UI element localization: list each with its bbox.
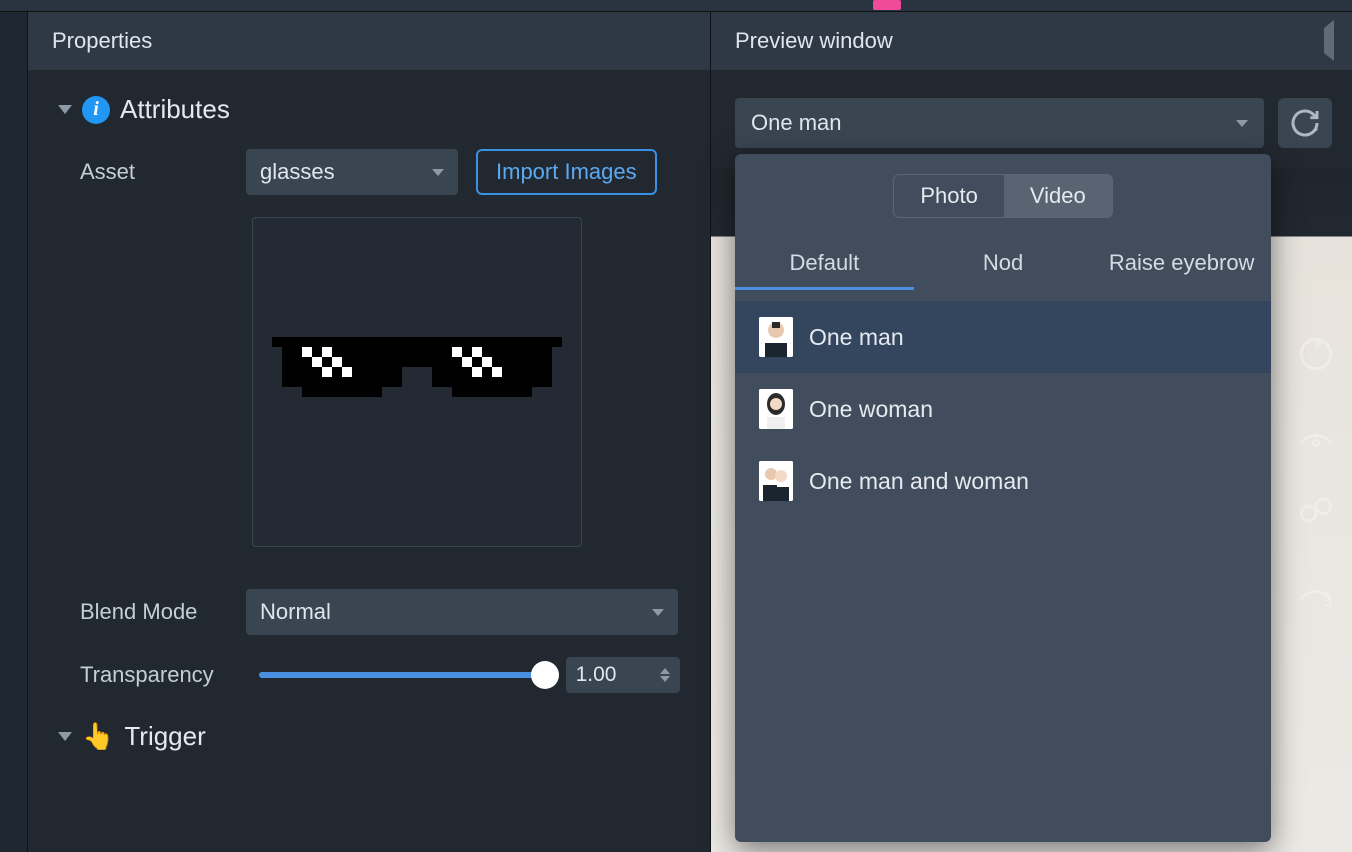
svg-text:3: 3 bbox=[1323, 592, 1332, 610]
blend-mode-label: Blend Mode bbox=[80, 599, 228, 625]
preview-subject-value: One man bbox=[751, 110, 842, 136]
avatar-thumbnail bbox=[759, 461, 793, 501]
blend-mode-value: Normal bbox=[260, 599, 331, 625]
subject-option[interactable]: One man and woman bbox=[735, 445, 1271, 517]
top-toolbar-strip bbox=[0, 0, 1352, 12]
chevron-down-icon bbox=[1236, 120, 1248, 127]
notification-badge bbox=[873, 0, 901, 10]
segment-video[interactable]: Video bbox=[1004, 175, 1112, 217]
subject-option-label: One man and woman bbox=[809, 468, 1029, 495]
info-icon: i bbox=[82, 96, 110, 124]
glasses-icon bbox=[272, 337, 562, 427]
chevron-down-icon bbox=[58, 105, 72, 114]
timer-icon[interactable]: 3 bbox=[1294, 566, 1338, 610]
import-images-label: Import Images bbox=[496, 159, 637, 185]
refresh-button[interactable] bbox=[1278, 98, 1332, 148]
preview-side-tools: 3 bbox=[1294, 332, 1338, 610]
preview-panel: Preview window One man 3 bbox=[710, 12, 1352, 852]
chevron-down-icon bbox=[58, 732, 72, 741]
avatar-thumbnail bbox=[759, 317, 793, 357]
pointing-hand-icon: 👆 bbox=[82, 721, 114, 752]
slider-thumb[interactable] bbox=[531, 661, 559, 689]
asset-preview bbox=[252, 217, 582, 547]
preview-title: Preview window bbox=[735, 28, 893, 54]
blend-mode-select[interactable]: Normal bbox=[246, 589, 678, 635]
transparency-value: 1.00 bbox=[576, 663, 617, 687]
media-type-segment: Photo Video bbox=[893, 174, 1112, 218]
tab-raise-eyebrow[interactable]: Raise eyebrow bbox=[1092, 240, 1271, 290]
section-title: Attributes bbox=[120, 94, 230, 125]
left-gutter bbox=[0, 12, 28, 852]
subject-option-list: One man One woman One man and woman bbox=[735, 301, 1271, 517]
asset-label: Asset bbox=[80, 159, 228, 185]
arrow-up-icon bbox=[660, 668, 670, 674]
preview-subject-select[interactable]: One man bbox=[735, 98, 1264, 148]
subject-option[interactable]: One woman bbox=[735, 373, 1271, 445]
chevron-down-icon bbox=[432, 169, 444, 176]
arrow-down-icon bbox=[660, 676, 670, 682]
transparency-slider[interactable] bbox=[259, 672, 548, 678]
gauge-icon[interactable] bbox=[1294, 410, 1338, 454]
import-images-button[interactable]: Import Images bbox=[476, 149, 657, 195]
section-title: Trigger bbox=[124, 721, 205, 752]
tab-nod[interactable]: Nod bbox=[914, 240, 1093, 290]
asset-select-value: glasses bbox=[260, 159, 335, 185]
chevron-down-icon bbox=[652, 609, 664, 616]
transparency-spinner[interactable]: 1.00 bbox=[566, 657, 680, 693]
properties-header: Properties bbox=[28, 12, 710, 70]
preview-header: Preview window bbox=[711, 12, 1352, 70]
subject-option-label: One man bbox=[809, 324, 904, 351]
tab-default[interactable]: Default bbox=[735, 240, 914, 290]
subject-option-label: One woman bbox=[809, 396, 933, 423]
chevron-left-icon bbox=[1324, 20, 1334, 61]
segment-photo[interactable]: Photo bbox=[894, 175, 1004, 217]
rotate-icon[interactable] bbox=[1294, 332, 1338, 376]
link-icon[interactable] bbox=[1294, 488, 1338, 532]
subject-option[interactable]: One man bbox=[735, 301, 1271, 373]
transparency-label: Transparency bbox=[80, 662, 241, 688]
panel-collapse-button[interactable] bbox=[1324, 28, 1334, 54]
properties-title: Properties bbox=[52, 28, 152, 54]
attributes-section-header[interactable]: i Attributes bbox=[58, 90, 680, 149]
properties-panel: Properties i Attributes Asset glasses Im… bbox=[28, 12, 710, 852]
asset-select[interactable]: glasses bbox=[246, 149, 458, 195]
refresh-icon bbox=[1289, 107, 1321, 139]
preview-subject-dropdown: Photo Video Default Nod Raise eyebrow On… bbox=[735, 154, 1271, 842]
avatar-thumbnail bbox=[759, 389, 793, 429]
animation-tabs: Default Nod Raise eyebrow bbox=[735, 240, 1271, 291]
spinner-arrows[interactable] bbox=[660, 668, 670, 682]
trigger-section-header[interactable]: 👆 Trigger bbox=[58, 693, 680, 752]
